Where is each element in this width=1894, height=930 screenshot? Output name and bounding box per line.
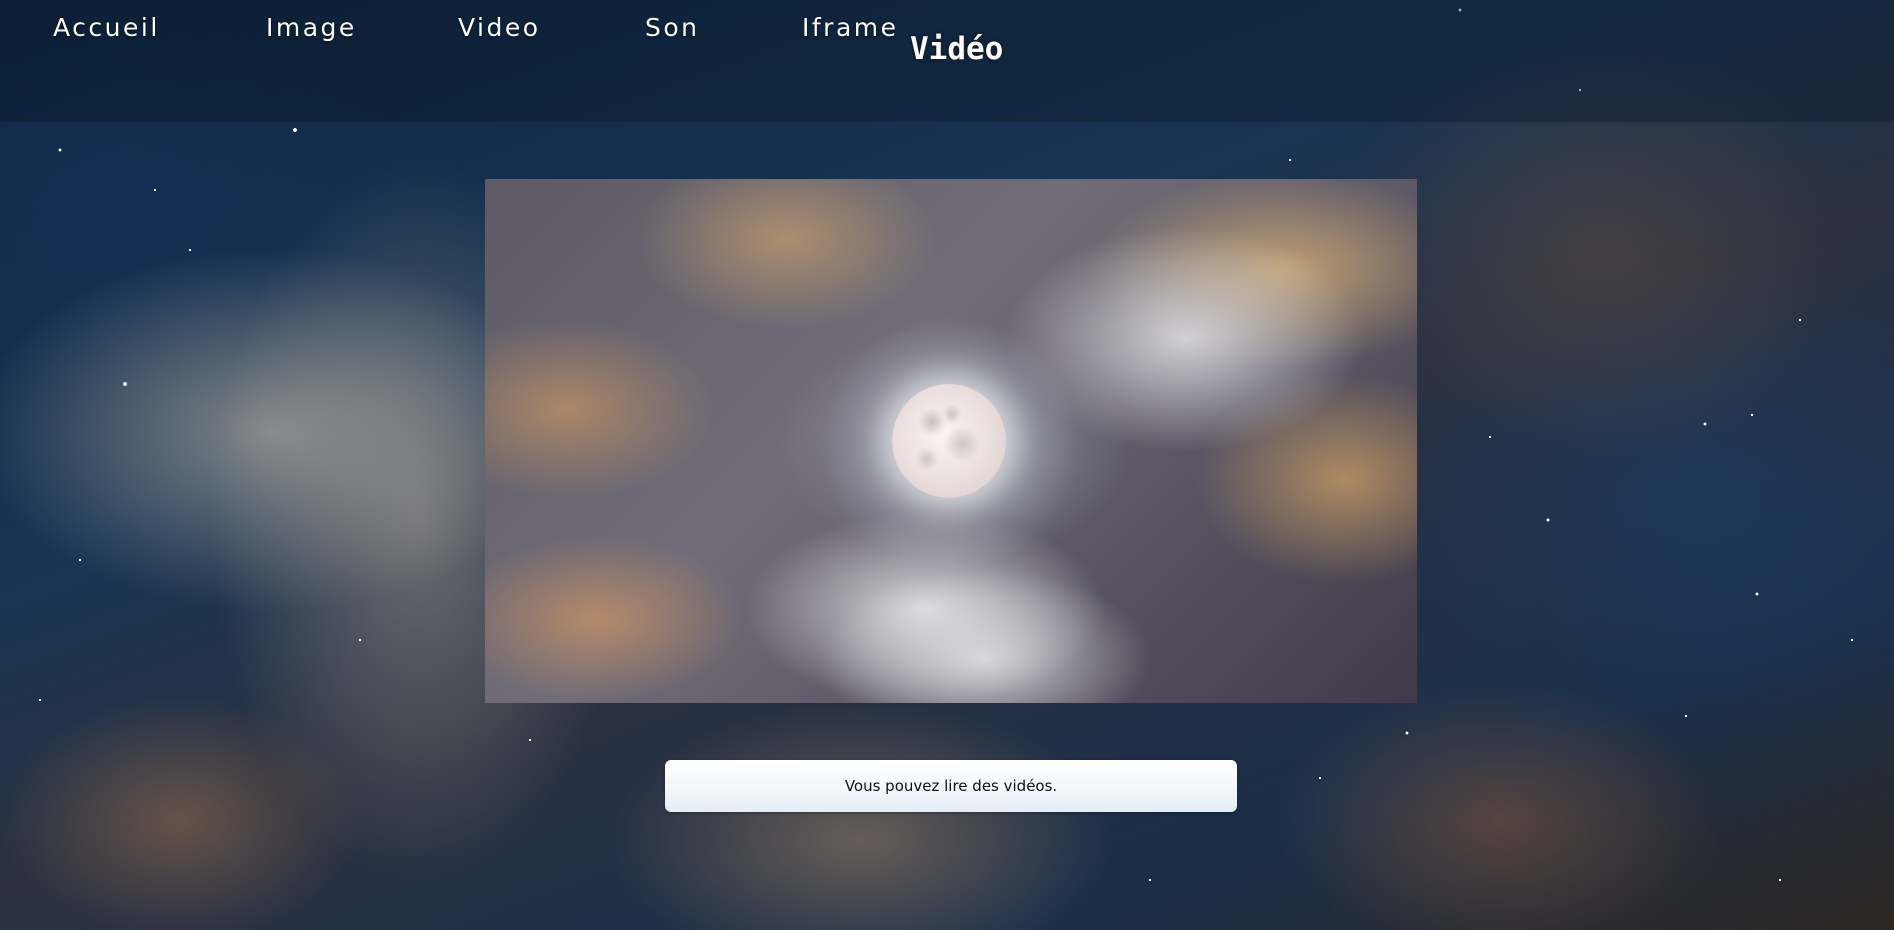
nav-link-video[interactable]: Video (458, 13, 541, 42)
nav-link-son[interactable]: Son (645, 13, 700, 42)
caption-text: Vous pouvez lire des vidéos. (844, 777, 1058, 795)
nav-link-image[interactable]: Image (266, 13, 357, 42)
nav-link-iframe[interactable]: Iframe (802, 13, 899, 42)
caption-box: Vous pouvez lire des vidéos. (665, 760, 1237, 812)
video-player[interactable] (485, 179, 1417, 703)
moon-image (892, 384, 1006, 498)
top-navigation: Accueil Image Video Son Iframe Vidéo (0, 0, 1894, 123)
nav-link-accueil[interactable]: Accueil (53, 13, 160, 42)
page-title: Vidéo (910, 31, 1004, 67)
